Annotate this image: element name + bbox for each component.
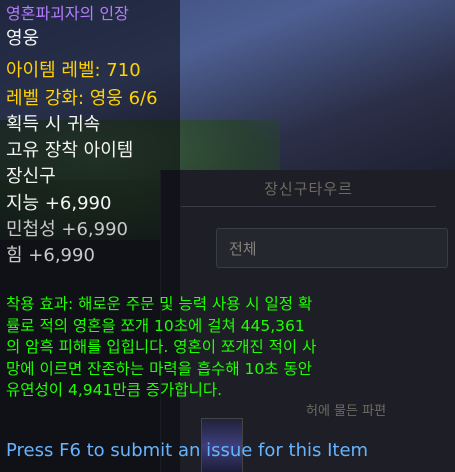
stat-strength: 힘 +6,990: [6, 245, 95, 266]
unique-text: 고유 장착 아이템: [6, 140, 134, 161]
item-level: 아이템 레벨: 710: [6, 60, 141, 81]
binding-text: 획득 시 귀속: [6, 114, 101, 135]
report-hint: Press F6 to submit an issue for this Ite…: [6, 440, 369, 461]
stat-agility: 민첩성 +6,990: [6, 219, 129, 240]
slot-text: 장신구: [6, 166, 56, 187]
item-quality: 영웅: [6, 28, 40, 49]
stat-intellect: 지능 +6,990: [6, 193, 112, 214]
upgrade-level: 레벨 강화: 영웅 6/6: [6, 88, 158, 109]
item-tooltip: 영혼파괴자의 인장 영웅 아이템 레벨: 710 레벨 강화: 영웅 6/6 획…: [0, 0, 455, 472]
equip-effect: 착용 효과: 해로운 주문 및 능력 사용 시 일정 확 률로 적의 영혼을 쪼…: [6, 295, 317, 399]
item-name: 영혼파괴자의 인장: [6, 4, 129, 23]
